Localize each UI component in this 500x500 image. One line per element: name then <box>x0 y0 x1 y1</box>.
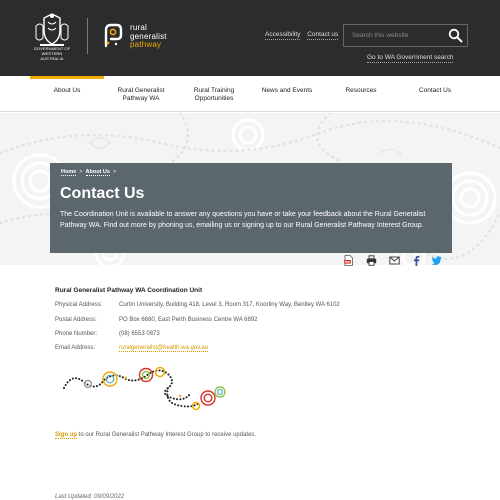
nav-label: About Us <box>53 87 81 94</box>
rural-generalist-pathway-logo-icon[interactable] <box>102 22 124 50</box>
postal-address-value: PO Box 6680, East Perth Business Centre … <box>119 317 258 323</box>
twitter-icon[interactable] <box>431 255 442 266</box>
email-icon[interactable] <box>389 255 400 266</box>
physical-address-label: Physical Address: <box>55 302 103 308</box>
search-box <box>343 24 468 47</box>
nav-item-contact-us[interactable]: Contact Us <box>410 76 460 112</box>
physical-address-value: Curtin University, Building 418, Level 3… <box>119 302 340 308</box>
nav-item-news-events[interactable]: News and Events <box>254 76 320 112</box>
page-hero: Home > About Us > Contact Us The Coordinati… <box>50 163 452 253</box>
nav-item-rural-training[interactable]: Rural Training Opportunities <box>186 76 242 112</box>
main-navigation: About Us Rural Generalist Pathway WA Rur… <box>0 76 500 112</box>
search-icon[interactable] <box>448 28 463 43</box>
nav-label: Contact Us <box>418 87 452 94</box>
breadcrumb: Home > About Us > <box>61 169 119 176</box>
nav-label: Rural Generalist Pathway WA <box>117 87 165 102</box>
search-input[interactable] <box>344 25 444 46</box>
facebook-icon[interactable] <box>411 255 422 266</box>
email-address-label: Email Address: <box>55 345 96 351</box>
signup-link[interactable]: Sign up <box>55 432 77 439</box>
site-header: GOVERNMENT OF WESTERN AUSTRALIA rural ge… <box>0 0 500 76</box>
header-divider <box>87 18 88 54</box>
breadcrumb-separator: > <box>112 169 117 175</box>
phone-number-label: Phone Number: <box>55 331 98 337</box>
postal-address-label: Postal Address: <box>55 317 97 323</box>
logo-line-pathway: pathway <box>130 40 162 49</box>
phone-number-value: (08) 6553 0873 <box>119 331 160 337</box>
svg-text:PDF: PDF <box>345 260 351 264</box>
wa-government-search-link[interactable]: Go to WA Government search <box>367 54 454 63</box>
site-logo-text[interactable]: rural generalist pathway <box>130 23 167 50</box>
coordination-unit-heading: Rural Generalist Pathway WA Coordination… <box>55 287 203 294</box>
nav-label: Resources <box>345 87 377 94</box>
nav-label: Rural Training Opportunities <box>193 87 235 102</box>
email-address-value: ruralgeneralist@health.wa.gov.au <box>119 345 209 352</box>
accessibility-link[interactable]: Accessibility <box>265 31 301 40</box>
signup-description: to our Rural Generalist Pathway Interest… <box>77 432 257 438</box>
page-title: Contact Us <box>60 185 145 202</box>
email-link[interactable]: ruralgeneralist@health.wa.gov.au <box>119 345 209 352</box>
nav-item-about-us[interactable]: About Us <box>30 76 104 112</box>
pdf-icon[interactable]: PDF <box>343 255 354 266</box>
dotted-path-artwork <box>63 366 226 411</box>
crest-caption: GOVERNMENT OF WESTERN AUSTRALIA <box>33 46 71 61</box>
breadcrumb-home[interactable]: Home <box>61 169 77 176</box>
print-icon[interactable] <box>366 255 377 266</box>
utility-links: Accessibility Contact us <box>265 31 343 40</box>
last-updated: Last Updated: 09/09/2022 <box>55 494 125 500</box>
breadcrumb-about-us[interactable]: About Us <box>85 169 110 176</box>
contact-us-link[interactable]: Contact us <box>307 31 339 40</box>
page-intro: The Coordination Unit is available to an… <box>60 211 426 229</box>
nav-item-resources[interactable]: Resources <box>336 76 386 112</box>
signup-text: Sign up to our Rural Generalist Pathway … <box>55 432 257 439</box>
nav-item-rural-generalist-pathway[interactable]: Rural Generalist Pathway WA <box>110 76 172 112</box>
breadcrumb-separator: > <box>79 169 83 175</box>
nav-label: News and Events <box>261 87 313 94</box>
